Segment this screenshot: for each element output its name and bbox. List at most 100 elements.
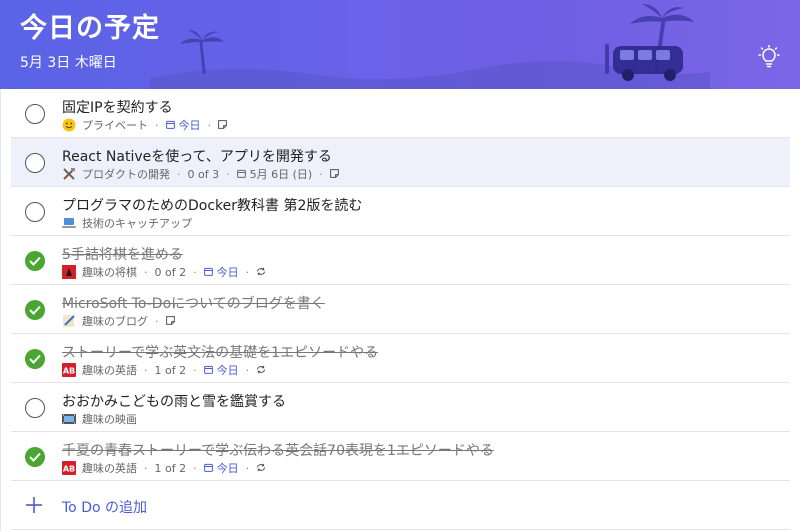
- task-title: React Nativeを使って、アプリを開発する: [62, 149, 332, 165]
- laptop-emoji-icon: [62, 216, 76, 230]
- calendar-icon: [236, 168, 246, 181]
- smiley-emoji-icon: [62, 118, 76, 132]
- meta-separator: ·: [207, 118, 212, 132]
- completed-checkbox[interactable]: [25, 447, 45, 467]
- task-row[interactable]: 5手詰将棋を進める趣味の将棋 · 0 of 2 · 今日 ·: [11, 236, 790, 285]
- complete-checkbox[interactable]: [25, 398, 45, 418]
- task-due-date: 今日: [216, 266, 239, 279]
- beach-scene-illustration: [150, 4, 710, 89]
- meta-separator: ·: [226, 167, 230, 181]
- meta-separator: ·: [245, 461, 250, 475]
- plus-icon: [26, 497, 42, 513]
- task-list-name: 技術のキャッチアップ: [82, 217, 192, 230]
- ab-emoji-icon: AB: [62, 461, 76, 475]
- completed-checkbox[interactable]: [25, 251, 45, 271]
- task-due-date: 今日: [178, 119, 201, 132]
- meta-separator: ·: [193, 363, 197, 377]
- task-row[interactable]: MicroSoft To-Doについてのブログを書く趣味のブログ ·: [11, 285, 790, 334]
- task-row[interactable]: React Nativeを使って、アプリを開発するプロダクトの開発 · 0 of 3…: [11, 138, 790, 187]
- add-todo-button[interactable]: To Do の追加: [11, 481, 790, 530]
- note-icon: [329, 168, 339, 181]
- task-title: 千夏の青春ストーリーで学ぶ伝わる英会話70表現を1エピソードやる: [62, 443, 494, 459]
- left-border: [0, 89, 1, 531]
- calendar-icon: [203, 266, 213, 279]
- task-list-name: 趣味の英語: [82, 462, 137, 475]
- shogi-emoji-icon: [62, 265, 76, 279]
- calendar-icon: [203, 364, 213, 377]
- memo-emoji-icon: [62, 314, 76, 328]
- meta-separator: ·: [319, 167, 323, 181]
- task-title: おおかみこどもの雨と雪を鑑賞する: [62, 394, 286, 410]
- task-list-name: プライベート: [82, 119, 148, 132]
- film-emoji-icon: [62, 412, 76, 426]
- task-list: 固定IPを契約する プライベート · 今日 · React Nativeを使って、アプリを…: [11, 89, 790, 481]
- task-due-date: 今日: [216, 364, 239, 377]
- task-row[interactable]: 固定IPを契約する プライベート · 今日 ·: [11, 89, 790, 138]
- task-steps: 0 of 2: [154, 265, 187, 279]
- repeat-icon: [256, 462, 266, 475]
- task-steps: 1 of 2: [154, 461, 187, 475]
- task-meta: 技術のキャッチアップ: [62, 215, 192, 231]
- header-banner: 今日の予定 5月 3日 木曜日: [0, 0, 800, 89]
- task-list-name: 趣味の映画: [82, 413, 137, 426]
- checkmark-icon: [29, 354, 41, 364]
- task-row[interactable]: おおかみこどもの雨と雪を鑑賞する趣味の映画: [11, 383, 790, 432]
- add-todo-label: To Do の追加: [62, 500, 147, 516]
- page-title: 今日の予定: [20, 13, 160, 44]
- task-title: ストーリーで学ぶ英文法の基礎を1エピソードやる: [62, 345, 379, 361]
- meta-separator: ·: [155, 118, 159, 132]
- checkmark-icon: [29, 305, 41, 315]
- svg-text:AB: AB: [63, 465, 75, 474]
- task-title: MicroSoft To-Doについてのブログを書く: [62, 296, 325, 312]
- task-meta: AB 趣味の英語 · 1 of 2 · 今日 ·: [62, 362, 270, 378]
- svg-text:AB: AB: [63, 367, 75, 376]
- calendar-icon: [165, 119, 175, 132]
- meta-separator: ·: [245, 265, 250, 279]
- task-list-name: 趣味の将棋: [82, 266, 137, 279]
- task-steps: 0 of 3: [187, 167, 220, 181]
- completed-checkbox[interactable]: [25, 300, 45, 320]
- complete-checkbox[interactable]: [25, 104, 45, 124]
- meta-separator: ·: [144, 265, 148, 279]
- complete-checkbox[interactable]: [25, 202, 45, 222]
- task-steps: 1 of 2: [154, 363, 187, 377]
- meta-separator: ·: [144, 461, 148, 475]
- task-meta: プロダクトの開発 · 0 of 3 · 5月 6日 (日) ·: [62, 166, 343, 182]
- task-list-name: プロダクトの開発: [82, 168, 170, 181]
- task-due-date: 5月 6日 (日): [249, 168, 313, 181]
- task-meta: 趣味の将棋 · 0 of 2 · 今日 ·: [62, 264, 270, 280]
- meta-separator: ·: [245, 363, 250, 377]
- task-meta: 趣味の映画: [62, 411, 137, 427]
- task-meta: AB 趣味の英語 · 1 of 2 · 今日 ·: [62, 460, 270, 476]
- task-list-name: 趣味の英語: [82, 364, 137, 377]
- meta-separator: ·: [144, 363, 148, 377]
- repeat-icon: [256, 266, 266, 279]
- task-row[interactable]: プログラマのためのDocker教科書 第2版を読む技術のキャッチアップ: [11, 187, 790, 236]
- tools-emoji-icon: [62, 167, 76, 181]
- task-title: 固定IPを契約する: [62, 100, 173, 116]
- checkmark-icon: [29, 452, 41, 462]
- task-row[interactable]: 千夏の青春ストーリーで学ぶ伝わる英会話70表現を1エピソードやる AB 趣味の英語 ·…: [11, 432, 790, 481]
- meta-separator: ·: [193, 265, 197, 279]
- meta-separator: ·: [193, 461, 197, 475]
- lightbulb-icon: [758, 45, 780, 68]
- page-date: 5月 3日 木曜日: [20, 55, 117, 71]
- meta-separator: ·: [155, 314, 159, 328]
- completed-checkbox[interactable]: [25, 349, 45, 369]
- task-row[interactable]: ストーリーで学ぶ英文法の基礎を1エピソードやる AB 趣味の英語 · 1 of 2 · 今日…: [11, 334, 790, 383]
- meta-separator: ·: [177, 167, 181, 181]
- suggestions-button[interactable]: [752, 40, 786, 74]
- task-meta: プライベート · 今日 ·: [62, 117, 231, 133]
- complete-checkbox[interactable]: [25, 153, 45, 173]
- task-meta: 趣味のブログ ·: [62, 313, 179, 329]
- calendar-icon: [203, 462, 213, 475]
- ab-emoji-icon: AB: [62, 363, 76, 377]
- task-due-date: 今日: [216, 462, 239, 475]
- task-list-name: 趣味のブログ: [82, 315, 148, 328]
- note-icon: [165, 315, 175, 328]
- checkmark-icon: [29, 256, 41, 266]
- task-title: 5手詰将棋を進める: [62, 247, 183, 263]
- task-title: プログラマのためのDocker教科書 第2版を読む: [62, 198, 363, 214]
- note-icon: [218, 119, 227, 132]
- repeat-icon: [256, 364, 266, 377]
